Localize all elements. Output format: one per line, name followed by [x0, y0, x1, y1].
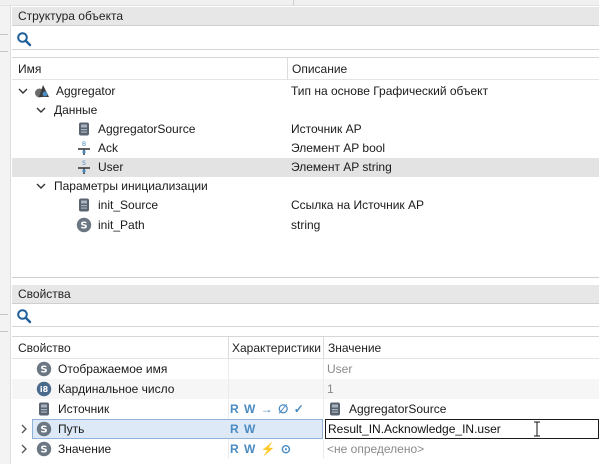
column-divider[interactable] [323, 337, 324, 359]
properties-panel-title: Свойства [12, 285, 599, 304]
path-value-editor[interactable]: Result_IN.Acknowledge_IN.user [325, 419, 599, 439]
bool-element-icon: B [78, 141, 90, 155]
tree-row-ack[interactable]: B Ack Элемент AP bool [12, 139, 599, 158]
tree-item-label: init_Path [98, 218, 145, 232]
tree-item-label: Ack [98, 141, 119, 155]
structure-tree: Имя Описание Aggregator Тип на основе Гр… [12, 57, 599, 278]
search-icon [17, 32, 32, 47]
property-value[interactable]: <не определено> [327, 439, 424, 459]
structure-search-bar[interactable] [12, 29, 599, 50]
svg-text:S: S [40, 425, 47, 436]
tree-row-init-params-group[interactable]: Параметры инициализации [12, 177, 599, 196]
tree-row-user[interactable]: S User Элемент AP string [12, 158, 599, 177]
property-value[interactable]: AggregatorSource [349, 399, 446, 419]
tree-row-init-path[interactable]: S init_Path string [12, 216, 599, 235]
left-edge-tab[interactable] [0, 34, 8, 52]
int8-type-icon: i8 [36, 381, 52, 397]
column-header-value[interactable]: Значение [328, 337, 381, 359]
string-type-icon: S [36, 441, 52, 457]
property-value[interactable]: 1 [327, 379, 334, 399]
svg-text:i8: i8 [40, 385, 49, 394]
tree-item-description: Элемент AP bool [291, 141, 386, 155]
tree-item-label: Данные [54, 103, 98, 117]
properties-search-bar[interactable] [12, 306, 599, 327]
property-characteristics: R W ⚡ ⊙ [230, 442, 292, 456]
svg-text:S: S [40, 445, 47, 456]
property-value[interactable]: User [327, 359, 352, 379]
tree-item-label: init_Source [98, 198, 159, 212]
property-row-cardinality[interactable]: i8 Кардинальное число 1 [12, 379, 599, 399]
column-header-property[interactable]: Свойство [18, 337, 71, 359]
chevron-down-icon[interactable] [35, 104, 47, 116]
property-row-value[interactable]: S Значение R W ⚡ ⊙ <не определено> [12, 439, 599, 459]
string-type-icon: S [76, 217, 92, 233]
structure-tree-header: Имя Описание [12, 58, 599, 80]
source-icon [79, 198, 89, 212]
cell-divider [228, 359, 229, 379]
property-row-display-name[interactable]: S Отображаемое имя User [12, 359, 599, 379]
source-icon [79, 122, 89, 136]
tree-item-label: AggregatorSource [98, 122, 196, 136]
property-name: Значение [58, 442, 112, 456]
string-element-icon: S [78, 160, 90, 174]
property-name: Кардинальное число [58, 382, 175, 396]
chevron-right-icon[interactable] [18, 423, 30, 435]
column-header-description[interactable]: Описание [292, 58, 347, 80]
chevron-down-icon[interactable] [35, 180, 47, 192]
chevron-down-icon[interactable] [17, 85, 29, 97]
tree-item-description: string [291, 218, 321, 232]
column-divider[interactable] [228, 337, 229, 359]
cell-divider [323, 439, 324, 459]
tree-row-aggregator[interactable]: Aggregator Тип на основе Графический объ… [12, 82, 599, 101]
tree-row-data-group[interactable]: Данные [12, 101, 599, 120]
svg-text:S: S [40, 365, 47, 376]
cell-divider [228, 399, 229, 419]
text-cursor-icon [534, 421, 540, 437]
top-toolbar-strip [0, 0, 599, 6]
tree-item-description: Источник AP [291, 122, 362, 136]
tree-row-aggregator-source[interactable]: AggregatorSource Источник AP [12, 120, 599, 139]
properties-grid-header: Свойство Характеристики Значение [12, 337, 599, 359]
property-characteristics: R W → ∅ ✓ [230, 402, 305, 416]
tree-item-label: User [98, 160, 124, 174]
tree-item-description: Тип на основе Графический объект [291, 84, 489, 98]
tree-item-label: Параметры инициализации [54, 179, 208, 193]
property-name: Источник [58, 402, 110, 416]
tree-item-description: Элемент AP string [291, 160, 392, 174]
svg-text:S: S [82, 160, 86, 167]
column-header-characteristics[interactable]: Характеристики [232, 337, 321, 359]
cell-divider [323, 379, 324, 399]
properties-grid: Свойство Характеристики Значение S Отобр… [12, 336, 599, 464]
property-row-path[interactable]: S Путь R W Result_IN.Acknowledge_IN.user [12, 419, 599, 439]
column-header-name[interactable]: Имя [18, 58, 41, 80]
chevron-right-icon[interactable] [18, 443, 30, 455]
left-edge-tab[interactable] [0, 314, 8, 332]
structure-panel-title: Структура объекта [12, 7, 599, 26]
property-characteristics: R W [230, 422, 257, 436]
aggregator-icon [35, 85, 49, 98]
search-icon [17, 309, 32, 324]
svg-text:S: S [80, 221, 87, 232]
string-type-icon: S [36, 421, 52, 437]
cell-divider [228, 439, 229, 459]
tree-item-description: Ссылка на Источник AP [291, 198, 425, 212]
tree-row-init-source[interactable]: init_Source Ссылка на Источник AP [12, 196, 599, 215]
source-icon [330, 402, 340, 416]
cell-divider [323, 399, 324, 419]
left-side-panel-edge [0, 6, 11, 464]
source-icon [39, 402, 49, 416]
string-type-icon: S [36, 361, 52, 377]
property-name: Путь [58, 422, 85, 436]
properties-search-input[interactable] [36, 307, 595, 325]
column-divider[interactable] [287, 58, 288, 80]
property-row-source[interactable]: Источник R W → ∅ ✓ AggregatorSource [12, 399, 599, 419]
svg-text:B: B [82, 141, 86, 148]
toolbar-separator [293, 0, 294, 6]
structure-search-input[interactable] [36, 30, 595, 48]
tree-item-label: Aggregator [56, 84, 116, 98]
cell-divider [323, 359, 324, 379]
cell-divider [228, 379, 229, 399]
property-name: Отображаемое имя [58, 362, 168, 376]
